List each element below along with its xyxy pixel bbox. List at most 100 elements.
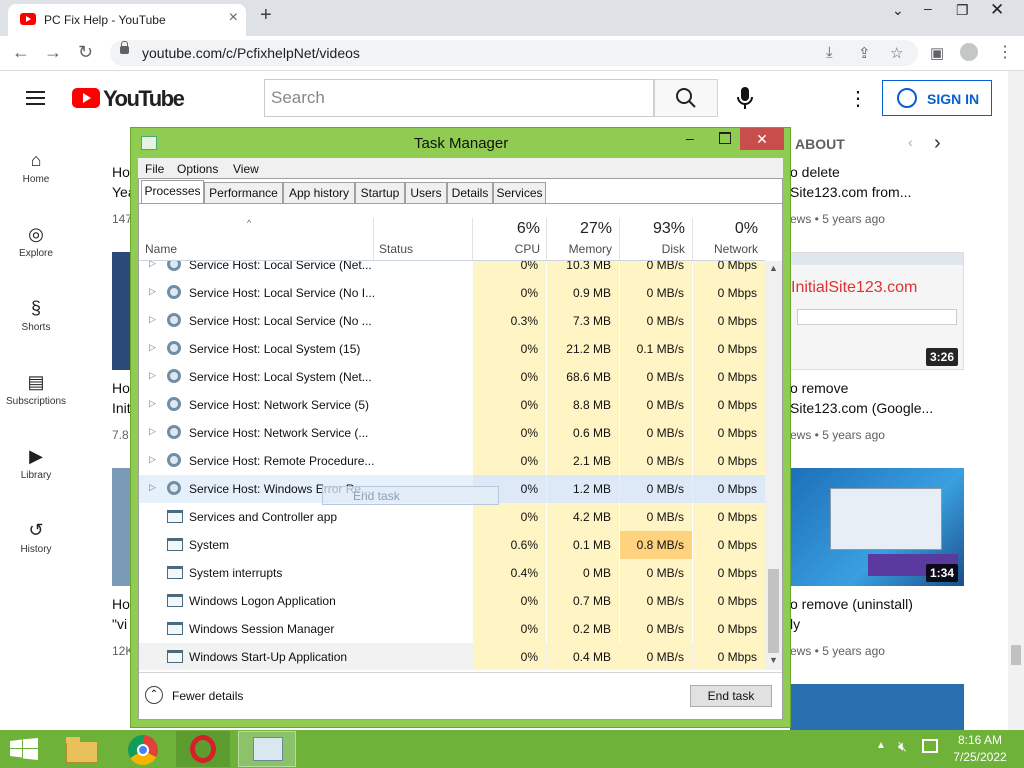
- video-title[interactable]: o remove (uninstall): [790, 596, 913, 612]
- process-row[interactable]: 0% 0.4 MB 0 MB/s 0 Mbps Windows Start-Up App…: [139, 643, 765, 670]
- tab-details[interactable]: Details: [447, 182, 493, 203]
- tm-maximize-icon[interactable]: [719, 132, 731, 144]
- side-panel-icon[interactable]: ▣: [930, 44, 944, 62]
- process-row[interactable]: 0% 0.2 MB 0 MB/s 0 Mbps Windows Session Mana…: [139, 615, 765, 643]
- fewer-details-link[interactable]: Fewer details: [172, 689, 243, 703]
- process-row[interactable]: 0.3% 7.3 MB 0 MB/s 0 Mbps ▷ Service Host: Loc…: [139, 307, 765, 335]
- col-network[interactable]: Network: [698, 242, 758, 256]
- youtube-logo-icon[interactable]: [72, 88, 100, 108]
- microphone-icon[interactable]: [737, 86, 753, 113]
- tab-close-icon[interactable]: ×: [229, 9, 238, 27]
- process-scrollbar-thumb[interactable]: [768, 569, 779, 653]
- back-icon[interactable]: ←: [12, 42, 30, 63]
- expand-chevron-icon[interactable]: ▷: [149, 342, 156, 353]
- process-row[interactable]: 0% 4.2 MB 0 MB/s 0 Mbps Services and Control…: [139, 503, 765, 531]
- sign-in-button[interactable]: SIGN IN: [882, 80, 992, 116]
- window-close-icon[interactable]: ✕: [990, 0, 1004, 20]
- tm-minimize-icon[interactable]: –: [686, 130, 694, 146]
- process-row[interactable]: 0% 0.9 MB 0 MB/s 0 Mbps ▷ Service Host: Local…: [139, 279, 765, 307]
- tab-search-icon[interactable]: ⌄: [892, 2, 904, 19]
- expand-chevron-icon[interactable]: ▷: [149, 454, 156, 465]
- menu-options[interactable]: Options: [177, 162, 218, 176]
- process-row[interactable]: 0% 68.6 MB 0 MB/s 0 Mbps ▷ Service Host: Loca…: [139, 363, 765, 391]
- show-hidden-icons[interactable]: ▲: [876, 740, 886, 751]
- process-row[interactable]: 0% 21.2 MB 0.1 MB/s 0 Mbps ▷ Service Host: Lo…: [139, 335, 765, 363]
- process-row[interactable]: 0.6% 0.1 MB 0.8 MB/s 0 Mbps System: [139, 531, 765, 559]
- expand-chevron-icon[interactable]: ▷: [149, 261, 156, 269]
- sidebar-item-library[interactable]: ▶ Library: [0, 446, 72, 481]
- video-title-fragment[interactable]: "vi: [112, 616, 127, 632]
- sidebar-item-explore[interactable]: ◎ Explore: [0, 224, 72, 259]
- process-row[interactable]: 0% 10.3 MB 0 MB/s 0 Mbps ▷ Service Host: Loca…: [139, 261, 765, 279]
- tab-startup[interactable]: Startup: [355, 182, 405, 203]
- reload-icon[interactable]: ↻: [78, 42, 93, 63]
- scroll-up-icon[interactable]: ▲: [769, 263, 778, 273]
- process-row[interactable]: 0.4% 0 MB 0 MB/s 0 Mbps System interrupts: [139, 559, 765, 587]
- video-title[interactable]: o remove: [790, 380, 848, 396]
- page-scrollbar-thumb[interactable]: [1011, 645, 1021, 665]
- col-disk[interactable]: Disk: [625, 242, 685, 256]
- col-memory[interactable]: Memory: [552, 242, 612, 256]
- chrome-menu-icon[interactable]: ⋮: [997, 42, 1013, 62]
- search-input[interactable]: Search: [264, 79, 654, 117]
- video-title[interactable]: ly: [790, 616, 800, 632]
- chevron-left-icon[interactable]: ‹: [908, 134, 913, 150]
- tab-about[interactable]: ABOUT: [795, 136, 845, 152]
- video-title[interactable]: Site123.com from...: [790, 184, 911, 200]
- file-explorer-icon[interactable]: [64, 735, 98, 763]
- menu-view[interactable]: View: [233, 162, 259, 176]
- video-thumbnail[interactable]: [790, 684, 964, 730]
- sidebar-item-subscriptions[interactable]: ▤ Subscriptions: [0, 372, 72, 407]
- new-tab-icon[interactable]: +: [260, 4, 272, 27]
- search-button[interactable]: [654, 79, 718, 117]
- tab-users[interactable]: Users: [405, 182, 447, 203]
- expand-chevron-icon[interactable]: ▷: [149, 426, 156, 437]
- expand-chevron-icon[interactable]: ▷: [149, 398, 156, 409]
- share-icon[interactable]: ⇪: [858, 44, 871, 62]
- youtube-logo-text[interactable]: YouTube: [103, 86, 185, 112]
- scroll-down-icon[interactable]: ▼: [769, 655, 778, 665]
- menu-file[interactable]: File: [145, 162, 164, 176]
- chevron-right-icon[interactable]: ›: [934, 132, 941, 155]
- process-row[interactable]: 0% 0.7 MB 0 MB/s 0 Mbps Windows Logon Applic…: [139, 587, 765, 615]
- restore-icon[interactable]: ❐: [956, 2, 969, 19]
- tab-performance[interactable]: Performance: [204, 182, 283, 203]
- sidebar-item-home[interactable]: ⌂ Home: [0, 150, 72, 185]
- process-list-scrollbar[interactable]: ▲ ▼: [765, 261, 782, 670]
- process-row[interactable]: 0% 2.1 MB 0 MB/s 0 Mbps ▷ Service Host: Remot…: [139, 447, 765, 475]
- col-cpu[interactable]: CPU: [480, 242, 540, 256]
- start-button[interactable]: [10, 738, 38, 763]
- process-row[interactable]: 0% 0.6 MB 0 MB/s 0 Mbps ▷ Service Host: Netwo…: [139, 419, 765, 447]
- chevron-up-icon[interactable]: ⌃: [145, 686, 163, 704]
- tab-services[interactable]: Services: [493, 182, 546, 203]
- chrome-taskbar-icon[interactable]: [128, 735, 158, 765]
- video-thumbnail[interactable]: [112, 468, 132, 586]
- video-title-fragment[interactable]: Init: [112, 400, 131, 416]
- hamburger-menu-icon[interactable]: [26, 91, 45, 105]
- page-scrollbar[interactable]: [1008, 71, 1024, 730]
- video-title-fragment[interactable]: Ho: [112, 596, 130, 612]
- profile-avatar-icon[interactable]: [960, 43, 978, 61]
- browser-tab[interactable]: PC Fix Help - YouTube ×: [8, 4, 246, 36]
- opera-taskbar-button[interactable]: [176, 731, 230, 767]
- network-icon[interactable]: [922, 739, 938, 753]
- expand-chevron-icon[interactable]: ▷: [149, 286, 156, 297]
- expand-chevron-icon[interactable]: ▷: [149, 370, 156, 381]
- process-row[interactable]: 0% 8.8 MB 0 MB/s 0 Mbps ▷ Service Host: Netwo…: [139, 391, 765, 419]
- sidebar-item-shorts[interactable]: § Shorts: [0, 298, 72, 333]
- address-bar[interactable]: youtube.com/c/PcfixhelpNet/videos: [110, 40, 918, 66]
- minimize-icon[interactable]: ‒: [924, 0, 932, 16]
- sidebar-item-history[interactable]: ↺ History: [0, 520, 72, 555]
- expand-chevron-icon[interactable]: ▷: [149, 314, 156, 325]
- col-name[interactable]: Name: [145, 242, 177, 256]
- settings-more-icon[interactable]: ⋮: [848, 86, 868, 111]
- tm-close-icon[interactable]: ✕: [740, 128, 784, 150]
- volume-muted-icon[interactable]: 🔇︎: [898, 738, 907, 755]
- task-manager-taskbar-button[interactable]: [238, 731, 296, 767]
- tab-app-history[interactable]: App history: [283, 182, 355, 203]
- video-title[interactable]: Site123.com (Google...: [790, 400, 933, 416]
- forward-icon[interactable]: →: [44, 42, 62, 63]
- bookmark-star-icon[interactable]: ☆: [890, 44, 903, 62]
- tab-processes[interactable]: Processes: [141, 180, 204, 204]
- expand-chevron-icon[interactable]: ▷: [149, 482, 156, 493]
